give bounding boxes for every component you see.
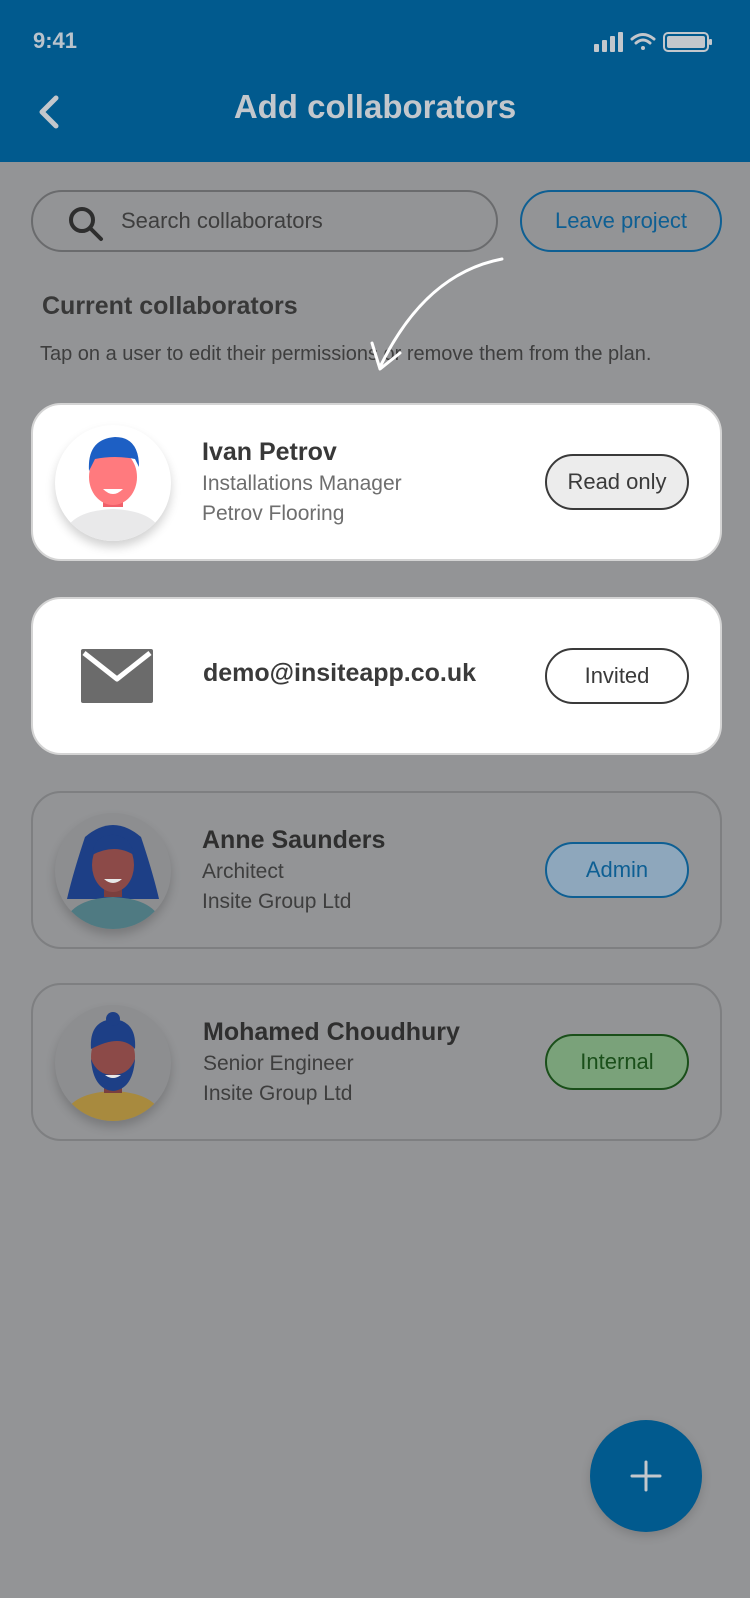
permission-badge[interactable]: Internal — [545, 1034, 689, 1090]
collaborator-role: Installations Manager — [202, 472, 402, 495]
collaborator-info: Anne Saunders Architect Insite Group Ltd — [202, 823, 385, 917]
email-icon — [81, 649, 153, 703]
collaborator-card-mohamed-choudhury[interactable]: Mohamed Choudhury Senior Engineer Insite… — [31, 983, 722, 1141]
collaborator-company: Insite Group Ltd — [202, 890, 352, 913]
collaborator-name: Anne Saunders — [202, 826, 386, 854]
add-collaborator-button[interactable] — [590, 1420, 702, 1532]
app-header: 9:41 Add collaborators — [0, 0, 750, 162]
search-input[interactable] — [121, 194, 481, 248]
collaborator-email: demo@insiteapp.co.uk — [203, 659, 477, 687]
leave-project-button[interactable]: Leave project — [520, 190, 722, 252]
status-icons — [594, 32, 712, 52]
collaborator-card-invited[interactable]: demo@insiteapp.co.uk Invited — [31, 597, 722, 755]
page-title: Add collaborators — [233, 88, 517, 125]
collaborator-name: Ivan Petrov — [202, 438, 337, 466]
status-time: 9:41 — [33, 28, 78, 53]
collaborator-role: Senior Engineer — [203, 1052, 354, 1075]
collaborator-company: Petrov Flooring — [202, 502, 345, 525]
collaborator-info: Mohamed Choudhury Senior Engineer Insite… — [203, 1015, 460, 1109]
collaborator-role: Architect — [202, 860, 284, 883]
collaborator-company: Insite Group Ltd — [203, 1082, 353, 1105]
permission-badge[interactable]: Read only — [545, 454, 689, 510]
collaborator-card-ivan-petrov[interactable]: Ivan Petrov Installations Manager Petrov… — [31, 403, 722, 561]
avatar — [55, 1005, 171, 1121]
avatar — [55, 425, 171, 541]
hint-arrow-icon — [370, 257, 504, 371]
collaborator-card-anne-saunders[interactable]: Anne Saunders Architect Insite Group Ltd… — [31, 791, 722, 949]
search-bar[interactable] — [31, 190, 498, 252]
permission-badge[interactable]: Admin — [545, 842, 689, 898]
collaborator-info: Ivan Petrov Installations Manager Petrov… — [202, 435, 402, 529]
search-icon — [69, 207, 103, 241]
wifi-icon — [630, 33, 656, 50]
permission-badge[interactable]: Invited — [545, 648, 689, 704]
section-title: Current collaborators — [42, 292, 298, 320]
collaborator-name: Mohamed Choudhury — [203, 1018, 460, 1046]
battery-icon — [663, 32, 712, 52]
avatar — [55, 813, 171, 929]
plus-icon — [630, 1460, 662, 1492]
signal-icon — [594, 32, 623, 52]
